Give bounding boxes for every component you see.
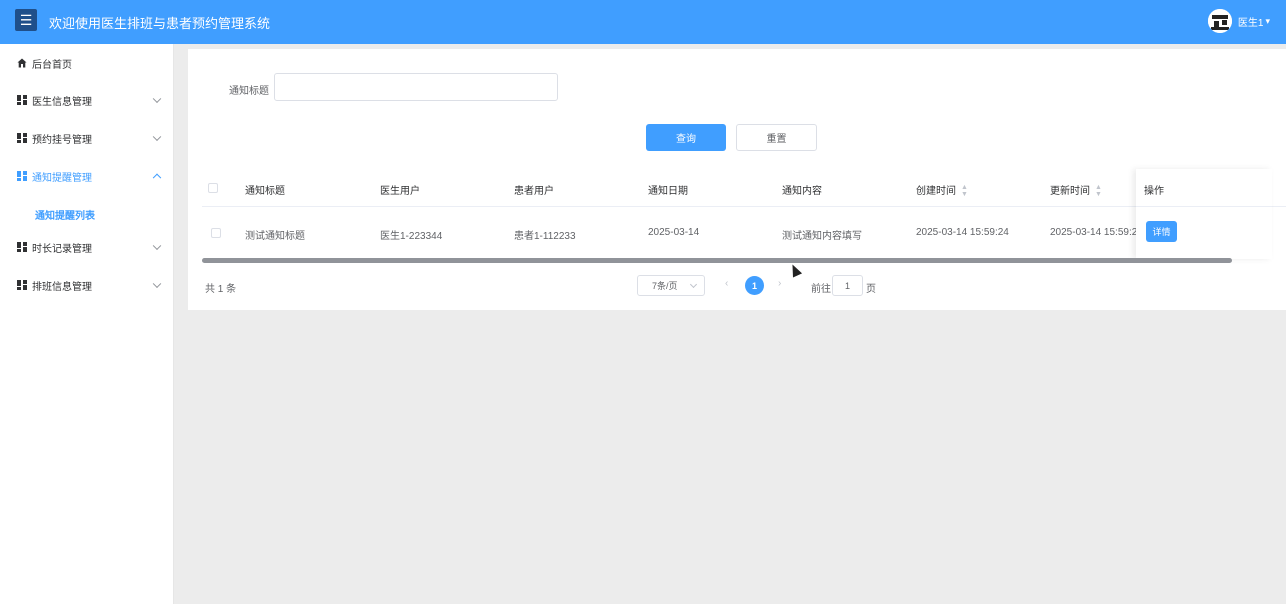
sidebar-item-label: 排班信息管理	[32, 281, 92, 293]
sidebar-item-notifications[interactable]: 通知提醒管理	[0, 158, 174, 194]
chevron-down-icon	[152, 241, 162, 251]
menu-icon[interactable]: ☰	[15, 9, 37, 31]
table-cell: 2025-03-14	[648, 227, 700, 238]
column-header: 操作	[1144, 186, 1164, 197]
goto-prefix: 前往	[811, 284, 831, 295]
row-divider	[202, 206, 1286, 207]
page-size-value: 7条/页	[652, 281, 678, 291]
search-label: 通知标题	[229, 86, 269, 97]
table-cell: 测试通知标题	[245, 231, 305, 242]
sort-icon[interactable]: ▲ ▼	[961, 184, 968, 198]
chevron-down-icon	[689, 280, 698, 289]
grid-icon	[17, 280, 27, 290]
reset-button[interactable]: 重置	[736, 124, 817, 151]
data-table: 通知标题 医生用户 患者用户 通知日期 通知内容 创建时间 ▲ ▼ 更新时间 ▲ ▼ 测…	[202, 169, 1286, 263]
chevron-down-icon	[152, 132, 162, 142]
column-header: 通知内容	[782, 186, 822, 197]
column-header-sortable[interactable]: 创建时间 ▲ ▼	[916, 182, 968, 198]
sidebar-subitem-notification-list[interactable]: 通知提醒列表	[35, 207, 95, 222]
column-header: 通知标题	[245, 186, 285, 197]
page-size-select[interactable]: 7条/页	[637, 275, 705, 296]
grid-icon	[17, 133, 27, 143]
scrollbar-thumb[interactable]	[202, 258, 1232, 263]
next-page-button[interactable]: ›	[778, 278, 781, 289]
sidebar-item-doctor-info[interactable]: 医生信息管理	[0, 82, 174, 118]
horizontal-scrollbar[interactable]	[202, 258, 1232, 263]
select-all-checkbox[interactable]	[208, 183, 218, 193]
goto-suffix: 页	[866, 284, 876, 295]
table-cell: 2025-03-14 15:59:2	[1050, 227, 1138, 238]
column-header-label: 创建时间	[916, 186, 956, 197]
sidebar-item-home[interactable]: 后台首页	[0, 45, 174, 81]
sidebar-item-duration-records[interactable]: 时长记录管理	[0, 229, 174, 265]
chevron-down-icon	[152, 279, 162, 289]
avatar	[1207, 9, 1232, 33]
column-header-sortable[interactable]: 更新时间 ▲ ▼	[1050, 182, 1102, 198]
chevron-up-icon	[152, 173, 162, 183]
sidebar-item-appointment[interactable]: 预约挂号管理	[0, 120, 174, 156]
sidebar-item-label: 后台首页	[32, 59, 72, 71]
user-menu[interactable]: 医生1 ▾	[1207, 9, 1270, 33]
home-icon	[17, 58, 27, 68]
sidebar-item-label: 通知提醒管理	[32, 172, 92, 184]
column-header: 医生用户	[380, 186, 420, 197]
top-bar: ☰ 欢迎使用医生排班与患者预约管理系统 医生1 ▾	[0, 0, 1286, 44]
page-number-current[interactable]: 1	[745, 276, 764, 295]
table-cell: 患者1-112233	[514, 231, 576, 242]
user-name: 医生1	[1237, 17, 1264, 29]
query-button[interactable]: 查询	[646, 124, 726, 151]
grid-icon	[17, 242, 27, 252]
sidebar-item-schedule[interactable]: 排班信息管理	[0, 267, 174, 303]
row-divider	[1136, 206, 1272, 207]
goto-page-input[interactable]: 1	[832, 275, 863, 296]
column-header: 患者用户	[514, 186, 554, 197]
row-checkbox[interactable]	[211, 228, 221, 238]
sidebar: 后台首页 医生信息管理 预约挂号管理 通知提醒管理 通知提醒列表 时长记录管理 …	[0, 44, 174, 604]
sidebar-item-label: 预约挂号管理	[32, 134, 92, 146]
fixed-action-column: 操作	[1136, 169, 1272, 259]
chevron-down-icon: ▾	[1265, 15, 1270, 26]
sidebar-item-label: 时长记录管理	[32, 243, 92, 255]
grid-icon	[17, 95, 27, 105]
table-cell: 2025-03-14 15:59:24	[916, 227, 1009, 238]
table-cell: 医生1-223344	[380, 231, 443, 242]
column-header: 通知日期	[648, 186, 688, 197]
table-cell: 测试通知内容填写	[782, 231, 862, 242]
column-header-label: 更新时间	[1050, 186, 1090, 197]
sidebar-item-label: 医生信息管理	[32, 96, 92, 108]
detail-button[interactable]: 详情	[1146, 221, 1177, 242]
chevron-down-icon	[152, 94, 162, 104]
total-count: 共 1 条	[205, 284, 237, 295]
prev-page-button[interactable]: ‹	[725, 278, 728, 289]
main-panel: 通知标题 查询 重置 通知标题 医生用户 患者用户 通知日期 通知内容 创建时间…	[188, 49, 1286, 310]
search-input[interactable]	[274, 73, 558, 101]
app-title: 欢迎使用医生排班与患者预约管理系统	[49, 16, 271, 31]
sort-icon[interactable]: ▲ ▼	[1095, 184, 1102, 198]
grid-icon	[17, 171, 27, 181]
